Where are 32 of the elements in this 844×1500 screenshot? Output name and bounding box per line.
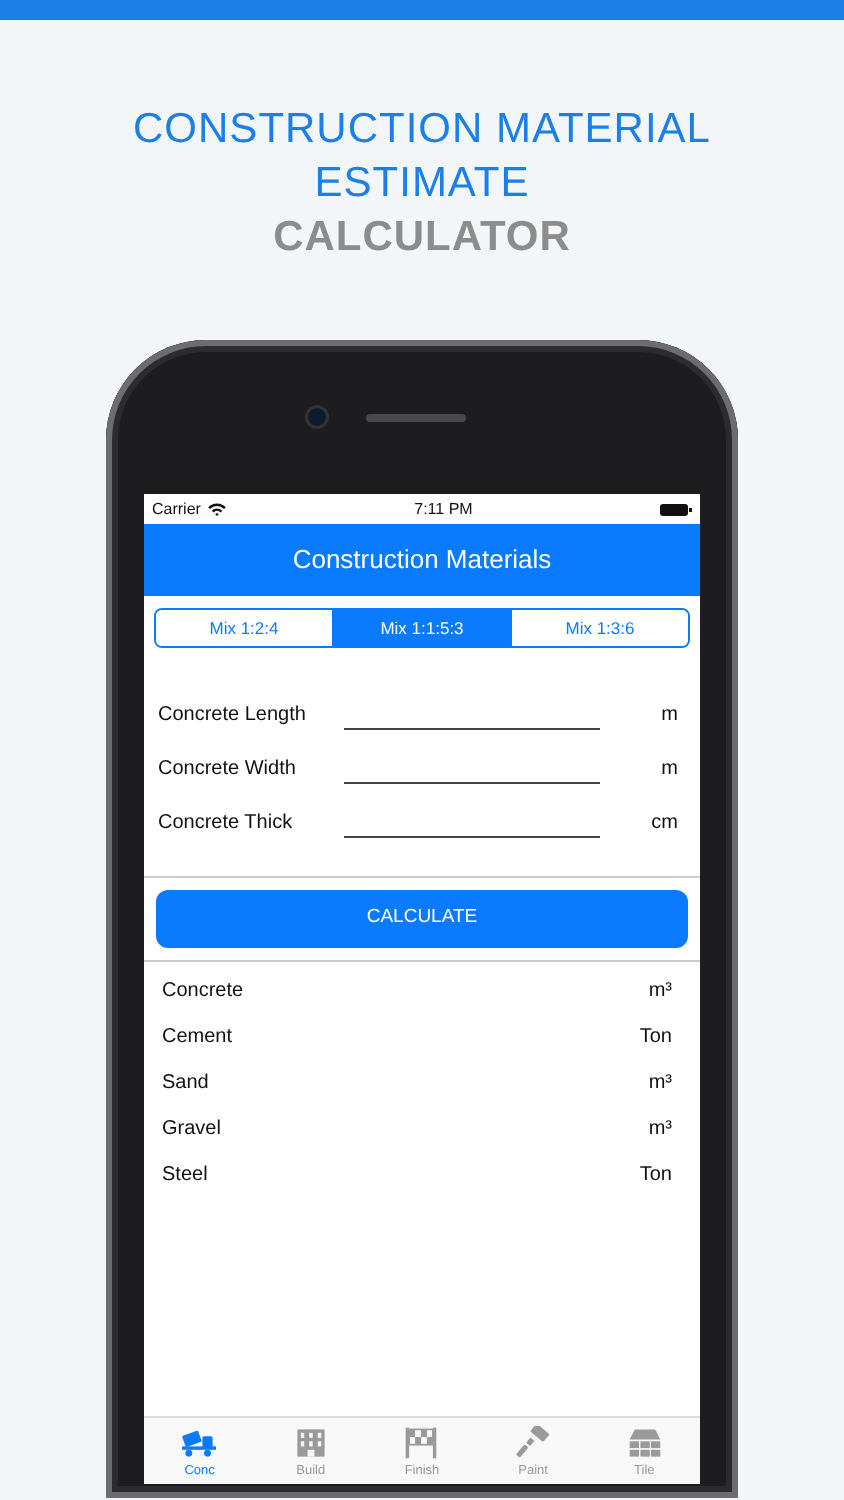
unit-label: m	[659, 756, 680, 784]
tiles-icon	[627, 1425, 662, 1460]
result-label: Gravel	[162, 1116, 221, 1144]
result-label: Sand	[162, 1070, 209, 1098]
time-label: 7:11 PM	[414, 497, 473, 521]
speaker-icon	[366, 413, 466, 421]
subheadline: CALCULATOR	[271, 212, 573, 264]
unit-label: m³	[648, 1116, 672, 1144]
calculate-button[interactable]: CALCULATE	[156, 890, 688, 948]
headline: CONSTRUCTION MATERIAL ESTIMATE	[131, 104, 713, 210]
carrier-label: Carrier	[152, 497, 201, 521]
unit-label: cm	[649, 810, 680, 838]
checkered-flag-icon	[404, 1425, 439, 1460]
unit-label: Ton	[639, 1162, 672, 1190]
wifi-icon	[208, 502, 227, 516]
battery-icon	[660, 503, 692, 515]
result-label: Cement	[162, 1024, 233, 1052]
unit-label: m	[659, 702, 680, 730]
field-label: Concrete Length	[158, 702, 308, 730]
field-label: Concrete Width	[158, 756, 298, 784]
unit-label: m³	[648, 1070, 672, 1098]
mix-tab[interactable]: Mix 1:1:5:3	[332, 610, 510, 646]
truck-icon	[182, 1425, 217, 1460]
mix-tab[interactable]: Mix 1:3:6	[510, 610, 688, 646]
unit-label: Ton	[639, 1024, 672, 1052]
field-label: Concrete Thick	[158, 810, 295, 838]
camera-icon	[308, 408, 326, 426]
building-icon	[293, 1425, 328, 1460]
unit-label: m³	[648, 978, 672, 1006]
result-label: Concrete	[162, 978, 244, 1006]
nav-title: Construction Materials	[292, 542, 552, 579]
result-label: Steel	[162, 1162, 208, 1190]
